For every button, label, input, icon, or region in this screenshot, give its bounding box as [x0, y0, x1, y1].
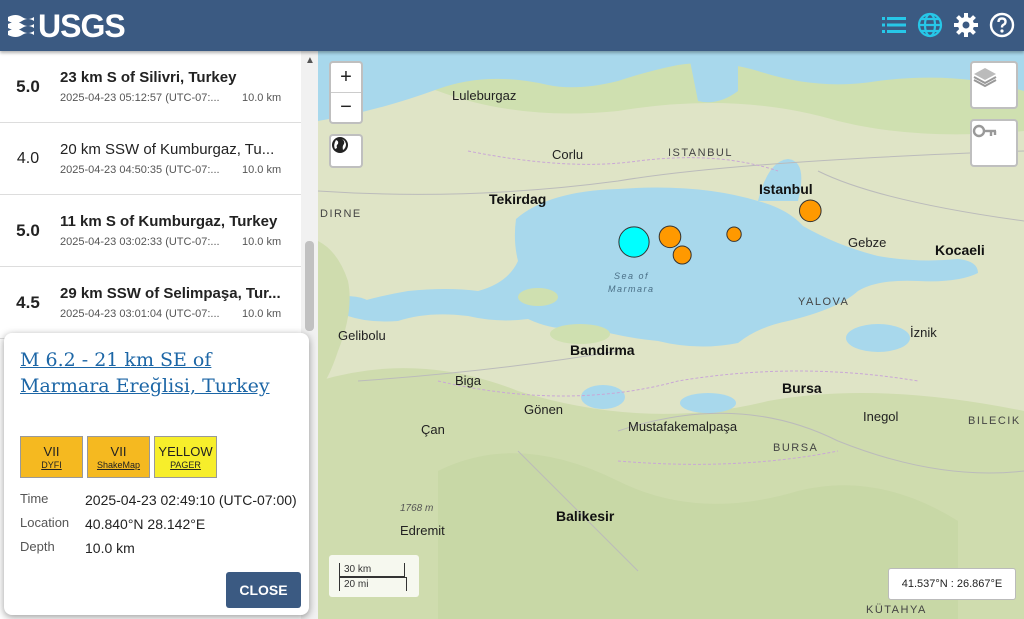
label-tekirdag: Tekirdag: [489, 191, 547, 207]
scale-km: 30 km: [339, 563, 405, 577]
magnitude: 5.0: [16, 76, 40, 96]
scroll-thumb[interactable]: [305, 241, 314, 331]
label-bandirma: Bandirma: [570, 342, 635, 358]
event-title-link[interactable]: M 6.2 - 21 km SE of Marmara Ereğlisi, Tu…: [20, 347, 300, 399]
usgs-wave-icon: [8, 15, 34, 37]
badge-level: VII: [110, 443, 127, 459]
label-elevation: 1768 m: [400, 503, 434, 514]
time-value: 2025-04-23 02:49:10 (UTC-07:00): [85, 492, 297, 508]
earthquake-marker[interactable]: [798, 199, 822, 223]
place: 29 km SSW of Selimpaşa, Tur...: [60, 285, 281, 302]
depth-label: Depth: [20, 539, 55, 554]
label-can: Çan: [421, 422, 445, 437]
magnitude: 4.0: [16, 149, 40, 167]
label-bursa: Bursa: [782, 380, 822, 396]
earthquake-popup: M 6.2 - 21 km SE of Marmara Ereğlisi, Tu…: [4, 333, 309, 615]
globe-icon[interactable]: [916, 11, 944, 39]
earthquake-marker[interactable]: [618, 226, 650, 258]
label-gelibolu: Gelibolu: [338, 328, 386, 343]
earthquake-marker[interactable]: [726, 226, 742, 242]
zoom-in-button[interactable]: +: [331, 63, 361, 93]
time: 2025-04-23 03:02:33 (UTC-07:...: [60, 236, 220, 248]
badge-source: PAGER: [170, 459, 201, 470]
label-iznik: İznik: [910, 325, 937, 340]
depth: 10.0 km: [242, 308, 282, 320]
label-istanbul: Istanbul: [759, 181, 813, 197]
label-balikesir: Balikesir: [556, 508, 615, 524]
list-item[interactable]: 4.5 29 km SSW of Selimpaşa, Tur... 2025-…: [0, 267, 301, 339]
label-istanbul-region: ISTANBUL: [668, 147, 733, 159]
zoom-control: + −: [329, 61, 363, 124]
label-edirne: DIRNE: [320, 208, 362, 220]
list-item[interactable]: 4.0 20 km SSW of Kumburgaz, Tu... 2025-0…: [0, 123, 301, 195]
list-item[interactable]: 5.0 11 km S of Kumburgaz, Turkey 2025-04…: [0, 195, 301, 267]
legend-key-button[interactable]: [970, 119, 1018, 167]
place: 23 km S of Silivri, Turkey: [60, 69, 237, 86]
key-icon: [972, 124, 997, 138]
layers-icon: [973, 68, 997, 88]
label-edremit: Edremit: [400, 523, 445, 538]
location-value: 40.840°N 28.142°E: [85, 516, 206, 532]
shakemap-badge[interactable]: VII ShakeMap: [87, 436, 150, 478]
map-scale: 30 km 20 mi: [329, 555, 419, 597]
label-kutahya: KÜTAHYA: [866, 604, 927, 616]
usgs-logo[interactable]: USGS: [6, 7, 126, 44]
impact-badges: VII DYFI VII ShakeMap YELLOW PAGER: [20, 436, 217, 478]
close-button[interactable]: CLOSE: [226, 572, 301, 608]
map-view[interactable]: Luleburgaz Corlu ISTANBUL Istanbul Tekir…: [318, 51, 1024, 619]
dyfi-badge[interactable]: VII DYFI: [20, 436, 83, 478]
label-luleburgaz: Luleburgaz: [452, 88, 517, 103]
badge-level: YELLOW: [158, 443, 213, 459]
scale-mi: 20 mi: [339, 577, 407, 591]
help-icon[interactable]: [988, 11, 1016, 39]
location-label: Location: [20, 515, 70, 530]
label-bilecik: BILECIK: [968, 415, 1021, 427]
world-view-button[interactable]: [329, 134, 363, 168]
depth: 10.0 km: [242, 92, 282, 104]
time: 2025-04-23 05:12:57 (UTC-07:...: [60, 92, 220, 104]
depth-value: 10.0 km: [85, 540, 135, 556]
label-kocaeli: Kocaeli: [935, 242, 985, 258]
badge-source: ShakeMap: [96, 459, 141, 470]
earthquake-marker[interactable]: [658, 225, 682, 249]
earthquake-marker[interactable]: [672, 245, 692, 265]
label-inegol: Inegol: [863, 409, 899, 424]
globe-icon: [332, 137, 348, 153]
magnitude: 4.5: [16, 292, 40, 312]
label-corlu: Corlu: [552, 147, 584, 162]
label-sea-of: Sea of: [614, 271, 650, 281]
depth: 10.0 km: [242, 236, 282, 248]
layers-button[interactable]: [970, 61, 1018, 109]
label-mustafakemalpasa: Mustafakemalpaşa: [628, 419, 738, 434]
pager-badge[interactable]: YELLOW PAGER: [154, 436, 217, 478]
label-bursa-region: BURSA: [773, 442, 819, 454]
logo-text: USGS: [38, 7, 126, 44]
place: 11 km S of Kumburgaz, Turkey: [60, 213, 278, 230]
badge-level: VII: [43, 443, 60, 459]
time-label: Time: [20, 491, 49, 506]
depth: 10.0 km: [242, 164, 282, 176]
gear-icon[interactable]: [952, 11, 980, 39]
list-icon[interactable]: [880, 11, 908, 39]
time: 2025-04-23 04:50:35 (UTC-07:...: [60, 164, 220, 176]
label-marmara: Marmara: [608, 284, 655, 294]
cursor-coordinates: 41.537°N : 26.867°E: [888, 568, 1016, 600]
scroll-up-icon[interactable]: ▲: [305, 55, 315, 66]
label-gonen: Gönen: [524, 402, 564, 417]
label-yalova: YALOVA: [798, 296, 850, 308]
zoom-out-button[interactable]: −: [331, 93, 361, 122]
magnitude: 5.0: [16, 220, 40, 240]
app-header: USGS: [0, 0, 1024, 51]
time: 2025-04-23 03:01:04 (UTC-07:...: [60, 308, 220, 320]
list-item[interactable]: 5.0 23 km S of Silivri, Turkey 2025-04-2…: [0, 51, 301, 123]
place: 20 km SSW of Kumburgaz, Tu...: [60, 141, 275, 158]
label-gebze: Gebze: [848, 235, 887, 250]
badge-source: DYFI: [41, 459, 62, 470]
label-biga: Biga: [455, 373, 482, 388]
